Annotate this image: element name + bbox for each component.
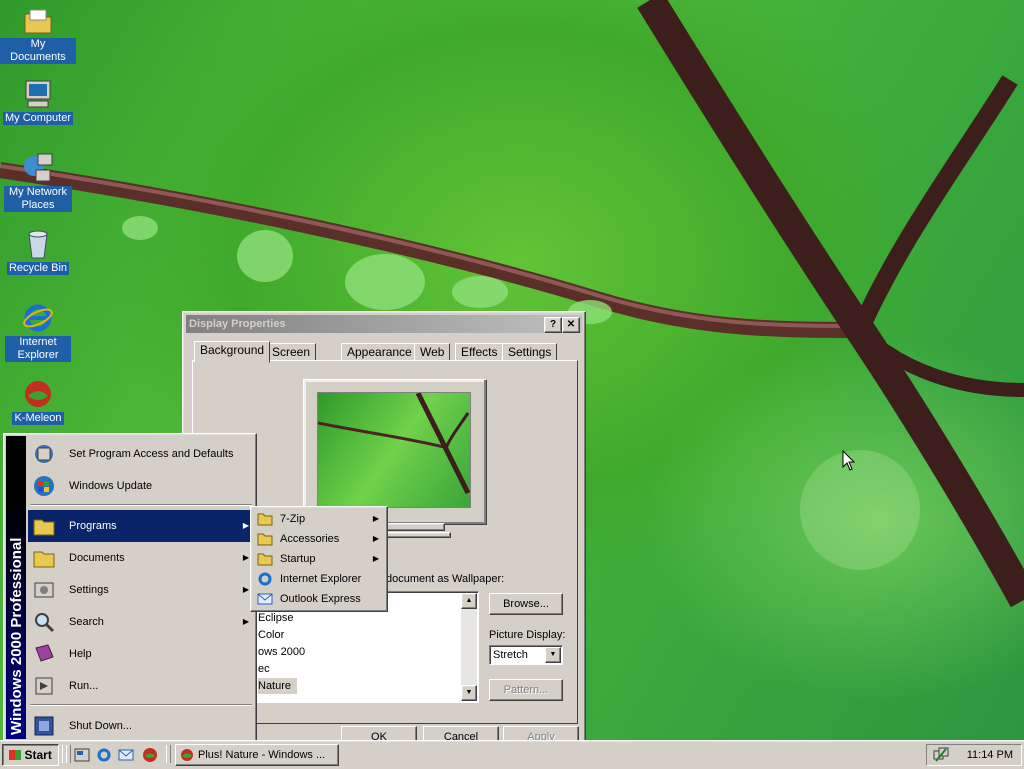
menu-item-documents[interactable]: Documents ▶	[28, 542, 254, 574]
programs-folder-icon	[32, 514, 56, 538]
chevron-down-icon[interactable]: ▼	[545, 647, 561, 663]
chevron-right-icon: ▶	[372, 554, 379, 563]
submenu-item-startup[interactable]: Startup ▶	[253, 549, 383, 569]
programs-submenu: 7-Zip ▶ Accessories ▶ Startup ▶ Internet…	[250, 506, 388, 612]
shutdown-icon	[32, 714, 56, 738]
list-item[interactable]: ec	[258, 661, 270, 677]
desktop-icon-my-network-places[interactable]: My Network Places	[0, 152, 76, 212]
list-item[interactable]: Eclipse	[258, 610, 293, 626]
picture-display-label: Picture Display:	[489, 629, 566, 641]
menu-item-help[interactable]: Help	[28, 638, 254, 670]
chevron-right-icon: ▶	[242, 553, 249, 562]
submenu-item-outlook-express[interactable]: Outlook Express	[253, 589, 383, 609]
taskbar-button-plus-nature[interactable]: Plus! Nature - Windows ...	[175, 744, 339, 766]
computer-icon	[22, 78, 54, 110]
wallpaper-preview	[317, 392, 471, 508]
chevron-right-icon: ▶	[242, 521, 249, 530]
list-item[interactable]: Color	[258, 627, 284, 643]
network-tray-icon[interactable]	[933, 747, 949, 763]
help-button[interactable]: ?	[544, 317, 562, 333]
help-book-icon	[32, 642, 56, 666]
taskbar: Start Plus! Nature - Windows ... 11:14 P…	[0, 740, 1024, 769]
internet-explorer-icon	[257, 572, 273, 586]
window-title: Display Properties	[189, 318, 286, 330]
documents-folder-icon	[32, 546, 56, 570]
monitor-preview	[303, 379, 487, 525]
run-icon	[32, 674, 56, 698]
outlook-express-quicklaunch-icon[interactable]	[118, 747, 134, 763]
wallpaper-label: document as Wallpaper:	[386, 573, 505, 585]
scroll-up-icon[interactable]: ▲	[461, 593, 477, 609]
menu-item-set-program-access[interactable]: Set Program Access and Defaults	[28, 438, 254, 470]
scroll-down-icon[interactable]: ▼	[461, 685, 477, 701]
pattern-button[interactable]: Pattern...	[489, 679, 563, 701]
windows-update-icon	[32, 474, 56, 498]
menu-item-run[interactable]: Run...	[28, 670, 254, 702]
taskbar-divider	[166, 745, 171, 763]
chevron-right-icon: ▶	[372, 534, 379, 543]
folder-icon	[22, 4, 54, 36]
desktop-icon-k-meleon[interactable]: K-Meleon	[0, 378, 76, 425]
picture-display-select[interactable]: Stretch ▼	[489, 645, 563, 665]
desktop-icon-recycle-bin[interactable]: Recycle Bin	[0, 228, 76, 275]
display-properties-icon	[181, 749, 193, 761]
menu-item-shut-down[interactable]: Shut Down...	[28, 710, 254, 742]
start-menu-banner: Windows 2000 Professional	[6, 436, 26, 739]
tab-background[interactable]: Background	[194, 341, 271, 363]
windows-logo-icon	[9, 750, 22, 760]
search-icon	[32, 610, 56, 634]
menu-item-windows-update[interactable]: Windows Update	[28, 470, 254, 502]
picture-display-value: Stretch	[493, 649, 528, 661]
list-item[interactable]: ows 2000	[258, 644, 305, 660]
list-scrollbar[interactable]: ▲ ▼	[461, 593, 477, 701]
window-titlebar[interactable]: Display Properties ? ✕	[186, 315, 582, 333]
submenu-item-7-zip[interactable]: 7-Zip ▶	[253, 509, 383, 529]
k-meleon-quicklaunch-icon[interactable]	[142, 747, 158, 763]
folder-icon	[257, 552, 273, 566]
list-item-selected[interactable]: Nature	[258, 678, 298, 694]
submenu-item-internet-explorer[interactable]: Internet Explorer	[253, 569, 383, 589]
network-icon	[22, 152, 54, 184]
program-access-icon	[32, 442, 56, 466]
internet-explorer-icon	[22, 302, 54, 334]
folder-icon	[257, 532, 273, 546]
start-button[interactable]: Start	[2, 744, 59, 766]
k-meleon-icon	[22, 378, 54, 410]
folder-icon	[257, 512, 273, 526]
close-button[interactable]: ✕	[562, 317, 580, 333]
chevron-right-icon: ▶	[242, 617, 249, 626]
desktop-icon-my-documents[interactable]: My Documents	[0, 4, 76, 64]
show-desktop-icon[interactable]	[74, 747, 90, 763]
recycle-bin-icon	[22, 228, 54, 260]
desktop-icon-my-computer[interactable]: My Computer	[0, 78, 76, 125]
chevron-right-icon: ▶	[372, 514, 379, 523]
submenu-item-accessories[interactable]: Accessories ▶	[253, 529, 383, 549]
internet-explorer-quicklaunch-icon[interactable]	[96, 747, 112, 763]
start-menu: Windows 2000 Professional Set Program Ac…	[3, 433, 257, 742]
menu-separator	[30, 704, 252, 706]
menu-item-search[interactable]: Search ▶	[28, 606, 254, 638]
taskbar-divider	[66, 745, 71, 763]
menu-item-programs[interactable]: Programs ▶	[28, 510, 254, 542]
system-tray: 11:14 PM	[926, 744, 1022, 766]
clock[interactable]: 11:14 PM	[967, 745, 1013, 765]
settings-icon	[32, 578, 56, 602]
outlook-express-icon	[257, 592, 273, 606]
browse-button[interactable]: Browse...	[489, 593, 563, 615]
chevron-right-icon: ▶	[242, 585, 249, 594]
menu-item-settings[interactable]: Settings ▶	[28, 574, 254, 606]
desktop-icon-internet-explorer[interactable]: Internet Explorer	[0, 302, 76, 362]
menu-separator	[30, 504, 252, 506]
